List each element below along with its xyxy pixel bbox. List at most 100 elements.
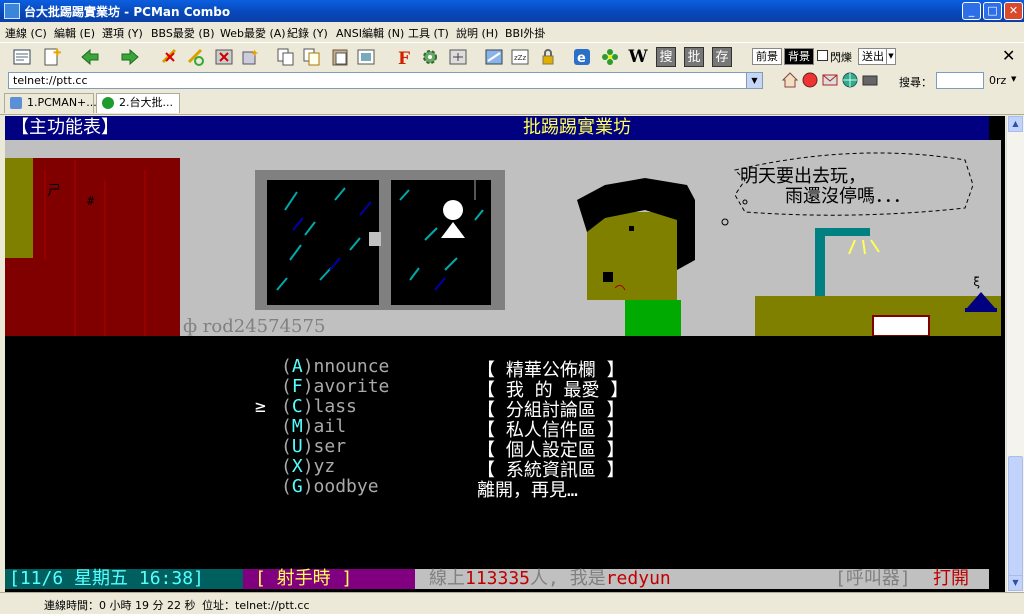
globe-icon[interactable] — [841, 71, 861, 91]
blink-label: 閃爍 — [830, 51, 852, 64]
status-datetime: [11/6 星期五 16:38] — [5, 569, 243, 589]
scroll-thumb[interactable] — [1008, 456, 1023, 576]
fullscreen-icon[interactable] — [448, 47, 468, 67]
menu-item-announce[interactable]: (A)nnounce — [281, 356, 389, 377]
window-icon[interactable] — [484, 47, 504, 67]
wikipedia-icon[interactable]: W — [628, 47, 648, 67]
home-icon[interactable] — [781, 71, 801, 91]
font-icon[interactable]: F — [394, 47, 414, 67]
tab-pcman[interactable]: 1.PCMAN+... — [4, 93, 97, 113]
antiidle-icon[interactable]: zZz — [510, 47, 530, 67]
svg-text:#: # — [87, 194, 95, 208]
background-color-button[interactable]: 背景 — [784, 48, 814, 65]
svg-text:e: e — [577, 51, 586, 66]
address-input[interactable]: telnet://ptt.cc ▼ — [8, 72, 763, 89]
menu-bbs-favorites[interactable]: BBS最愛 (B) — [151, 25, 215, 41]
connection-address: 位址：telnet://ptt.cc — [202, 599, 310, 612]
copy-icon[interactable] — [276, 47, 296, 67]
tab-bar: 1.PCMAN+... 2.台大批... — [0, 92, 1024, 115]
copy-with-color-icon[interactable] — [302, 47, 322, 67]
flower-icon[interactable] — [600, 47, 620, 67]
tab-ptt[interactable]: 2.台大批... — [96, 93, 180, 113]
status-sign: [ 射手時 ] — [243, 569, 415, 589]
lang-select-chevron-icon[interactable]: ▼ — [1011, 75, 1016, 83]
terminal-scrollbar[interactable]: ▲ ▼ — [1006, 116, 1024, 592]
menu-cursor: ≥ — [255, 396, 266, 417]
menu-edit[interactable]: 編輯 (E) — [54, 25, 95, 41]
search-pi-button[interactable]: 批 — [684, 47, 704, 67]
address-dropdown-chevron-icon[interactable]: ▼ — [746, 73, 762, 88]
send-button[interactable]: 送出 — [858, 48, 888, 65]
search-q-icon[interactable]: e — [572, 47, 592, 67]
menu-options[interactable]: 選項 (Y) — [102, 25, 143, 41]
ansi-color-icon[interactable] — [801, 71, 821, 91]
menu-item-xyz[interactable]: (X)yz — [281, 456, 335, 477]
blink-checkbox[interactable] — [817, 50, 828, 61]
menu-bbi-plugins[interactable]: BBI外掛 — [505, 25, 545, 41]
search-input[interactable] — [936, 72, 984, 89]
lock-icon[interactable] — [538, 47, 558, 67]
app-icon — [4, 3, 20, 19]
address-bar: telnet://ptt.cc ▼ 搜尋： 0rz ▼ — [0, 70, 1024, 92]
new-connection-icon[interactable]: ✚ — [42, 47, 62, 67]
menu-ansi-edit[interactable]: ANSI編輯 (N) — [336, 25, 404, 41]
username: redyun — [605, 568, 671, 589]
reconnect-icon[interactable] — [186, 47, 206, 67]
artist-signature: ф rod24574575 — [183, 316, 326, 337]
paste-icon[interactable] — [330, 47, 350, 67]
scroll-down-icon[interactable]: ▼ — [1008, 575, 1023, 591]
add-favorite-icon[interactable]: ✦ — [240, 47, 260, 67]
lang-select[interactable]: 0rz — [989, 74, 1006, 87]
disconnect-icon[interactable] — [160, 47, 180, 67]
pcman-tab-icon — [10, 97, 22, 109]
menu-help[interactable]: 說明 (H) — [456, 25, 498, 41]
close-tab-icon[interactable] — [214, 47, 234, 67]
menu-bar: 連線 (C) 編輯 (E) 選項 (Y) BBS最愛 (B) Web最愛 (A)… — [0, 22, 1024, 42]
keyboard-icon[interactable] — [861, 71, 881, 91]
pager-state: 打開 — [933, 568, 969, 589]
menu-web-favorites[interactable]: Web最愛 (A) — [220, 25, 286, 41]
svg-text:zZz: zZz — [514, 54, 526, 62]
menu-header: 【主功能表】 — [5, 116, 165, 140]
menu-log[interactable]: 紀錄 (Y) — [287, 25, 328, 41]
menu-item-user[interactable]: (U)ser — [281, 436, 346, 457]
menu-item-favorite[interactable]: (F)avorite — [281, 376, 389, 397]
tab-label: 2.台大批... — [119, 96, 173, 109]
menu-item-mail[interactable]: (M)ail — [281, 416, 346, 437]
mail-icon[interactable] — [821, 71, 841, 91]
svg-text:ξ: ξ — [973, 275, 980, 289]
terminal-screen[interactable]: 【主功能表】 批踢踢實業坊 ㄕ # ξ 明天要出去玩， 雨還沒停嗎．．． ф r… — [5, 116, 1005, 592]
foreground-color-button[interactable]: 前景 — [752, 48, 782, 65]
svg-text:F: F — [398, 49, 410, 67]
svg-text:✦: ✦ — [250, 47, 259, 60]
menu-item-class[interactable]: (C)lass — [281, 396, 357, 417]
svg-text:✚: ✚ — [53, 48, 61, 59]
maximize-button[interactable]: □ — [983, 2, 1002, 20]
toolbar: ✚ ✦ F zZz e W 搜 批 存 前景 背景 閃爍 送出 ▼ ✕ — [0, 42, 1024, 72]
search-sou-button[interactable]: 搜 — [656, 47, 676, 67]
title-bar: 台大批踢踢實業坊 - PCMan Combo _ □ ✕ — [0, 0, 1024, 22]
minimize-button[interactable]: _ — [962, 2, 981, 20]
status-bar: 連線時間：0 小時 19 分 22 秒 位址：telnet://ptt.cc — [0, 592, 1024, 614]
scroll-up-icon[interactable]: ▲ — [1008, 116, 1023, 132]
menu-tools[interactable]: 工具 (T) — [408, 25, 449, 41]
svg-text:ㄕ: ㄕ — [47, 183, 61, 199]
connection-time: 連線時間：0 小時 19 分 22 秒 — [44, 599, 196, 612]
close-toolbar-icon[interactable]: ✕ — [1002, 46, 1015, 65]
site-list-icon[interactable] — [12, 47, 32, 67]
close-button[interactable]: ✕ — [1004, 2, 1023, 20]
menu-item-goodbye[interactable]: (G)oodbye — [281, 476, 379, 497]
window-title: 台大批踢踢實業坊 - PCMan Combo — [24, 5, 231, 19]
pager-label: [呼叫器] — [835, 568, 911, 589]
search-label: 搜尋： — [899, 76, 932, 89]
search-cun-button[interactable]: 存 — [712, 47, 732, 67]
settings-gear-icon[interactable] — [420, 47, 440, 67]
select-all-icon[interactable] — [356, 47, 376, 67]
status-online: 線上113335人, 我是redyun [呼叫器] 打開 — [415, 569, 989, 589]
menu-connection[interactable]: 連線 (C) — [5, 25, 47, 41]
connected-status-icon — [102, 97, 114, 109]
back-arrow-icon[interactable] — [80, 47, 100, 67]
send-dropdown-chevron-icon[interactable]: ▼ — [886, 48, 896, 65]
forward-arrow-icon[interactable] — [120, 47, 140, 67]
menu-desc-goodbye: 離開，再見… — [477, 480, 578, 501]
